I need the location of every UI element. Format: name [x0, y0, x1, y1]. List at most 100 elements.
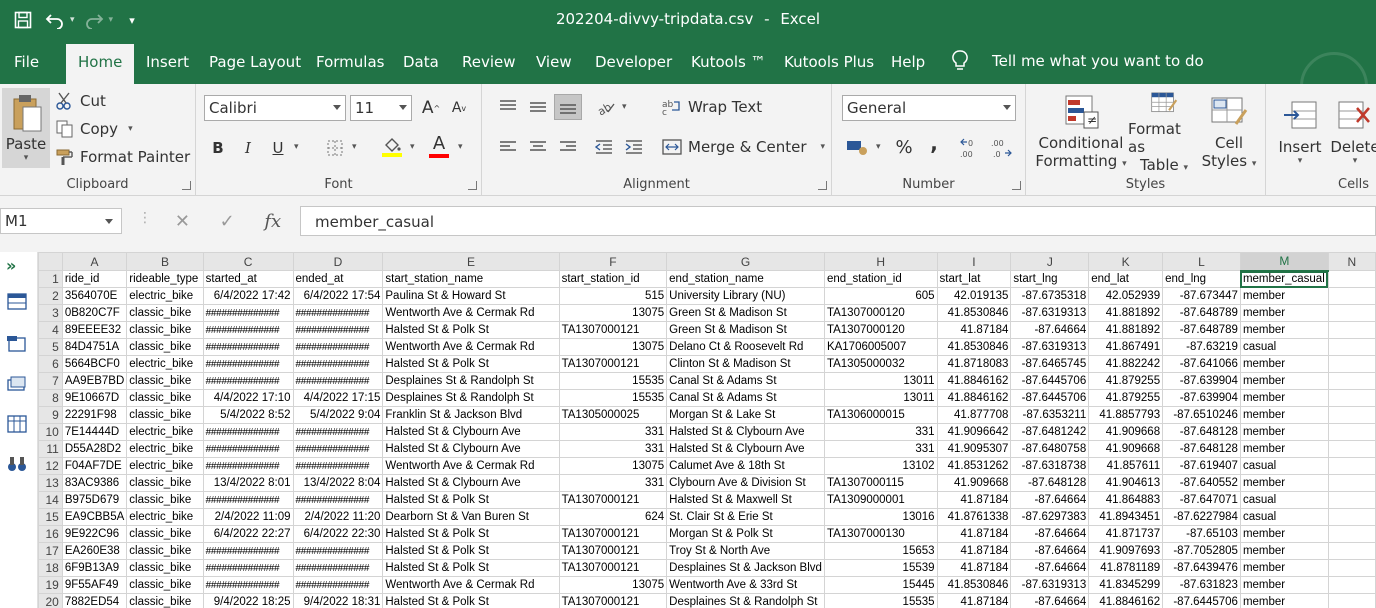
- cell[interactable]: 5/4/2022 9:04: [292, 406, 384, 424]
- cell[interactable]: 9E10667D: [61, 389, 128, 407]
- align-center-icon[interactable]: [526, 136, 550, 158]
- cell[interactable]: member: [1239, 423, 1329, 441]
- cell[interactable]: 3564070E: [61, 287, 128, 305]
- middle-align-icon[interactable]: [526, 96, 550, 118]
- cell[interactable]: -87.64664: [1010, 542, 1090, 560]
- cell[interactable]: -87.673447: [1162, 287, 1241, 305]
- cell[interactable]: 5/4/2022 8:52: [202, 406, 294, 424]
- cell[interactable]: 41.8718083: [936, 355, 1012, 373]
- cell[interactable]: 41.881892: [1088, 321, 1164, 339]
- cell[interactable]: 41.904613: [1088, 474, 1164, 492]
- row-header[interactable]: 8: [38, 389, 63, 407]
- cell[interactable]: ##############: [292, 321, 384, 339]
- cell[interactable]: member: [1239, 542, 1329, 560]
- cell[interactable]: ##############: [202, 491, 294, 509]
- fill-color-dropdown-icon[interactable]: ▾: [410, 142, 415, 152]
- row-header[interactable]: 6: [38, 355, 63, 373]
- cell[interactable]: -87.6353211: [1010, 406, 1090, 424]
- cell[interactable]: classic_bike: [126, 321, 204, 339]
- cell[interactable]: member: [1239, 576, 1329, 594]
- cell[interactable]: [1327, 440, 1376, 458]
- cell[interactable]: [1327, 270, 1376, 288]
- clipboard-launcher-icon[interactable]: [182, 181, 191, 190]
- cell[interactable]: -87.6735318: [1010, 287, 1090, 305]
- cancel-formula-icon[interactable]: ✕: [175, 211, 190, 232]
- cell[interactable]: member: [1239, 559, 1329, 577]
- cell[interactable]: electric_bike: [126, 440, 204, 458]
- cell[interactable]: -87.639904: [1162, 372, 1241, 390]
- cell[interactable]: -87.6318738: [1010, 457, 1090, 475]
- cell[interactable]: TA1307000120: [823, 321, 938, 339]
- cell[interactable]: -87.6319313: [1010, 304, 1090, 322]
- row-header[interactable]: 14: [38, 491, 63, 509]
- cell[interactable]: end_station_id: [823, 270, 938, 288]
- cell[interactable]: ##############: [292, 304, 384, 322]
- row-header[interactable]: 15: [38, 508, 63, 526]
- cell[interactable]: [1327, 576, 1376, 594]
- cell[interactable]: 41.9095307: [936, 440, 1012, 458]
- cell[interactable]: 13/4/2022 8:04: [292, 474, 384, 492]
- increase-indent-icon[interactable]: [622, 136, 646, 158]
- cell[interactable]: Troy St & North Ave: [666, 542, 825, 560]
- cell[interactable]: -87.6439476: [1162, 559, 1241, 577]
- cell[interactable]: ##############: [292, 355, 384, 373]
- cell[interactable]: University Library (NU): [666, 287, 825, 305]
- column-header-c[interactable]: C: [202, 252, 294, 271]
- decrease-decimal-icon[interactable]: .00.0: [988, 136, 1014, 160]
- cell[interactable]: classic_bike: [126, 491, 204, 509]
- column-list-icon[interactable]: [6, 414, 28, 434]
- cell[interactable]: 41.909668: [1088, 423, 1164, 441]
- cell[interactable]: Halsted St & Polk St: [382, 321, 560, 339]
- cell[interactable]: ##############: [202, 559, 294, 577]
- cell[interactable]: 41.87184: [936, 321, 1012, 339]
- cell[interactable]: 331: [558, 440, 668, 458]
- font-size-select[interactable]: 11: [350, 95, 412, 121]
- cell[interactable]: -87.64664: [1010, 593, 1090, 608]
- cell[interactable]: 0B820C7F: [61, 304, 128, 322]
- cell[interactable]: 41.909668: [1088, 440, 1164, 458]
- cell[interactable]: 89EEEE32: [61, 321, 128, 339]
- cell[interactable]: Desplaines St & Randolph St: [382, 389, 560, 407]
- cell[interactable]: 41.87184: [936, 593, 1012, 608]
- column-header-n[interactable]: N: [1327, 252, 1376, 271]
- cell[interactable]: Wentworth Ave & Cermak Rd: [382, 457, 560, 475]
- cell[interactable]: [1327, 338, 1376, 356]
- cell[interactable]: Calumet Ave & 18th St: [666, 457, 825, 475]
- font-color-button[interactable]: A: [428, 132, 450, 160]
- cell[interactable]: ##############: [292, 457, 384, 475]
- name-box[interactable]: M1: [0, 208, 122, 234]
- cell[interactable]: end_lng: [1162, 270, 1241, 288]
- cell[interactable]: 13016: [823, 508, 938, 526]
- accounting-dropdown-icon[interactable]: ▾: [876, 142, 881, 152]
- cell[interactable]: St. Clair St & Erie St: [666, 508, 825, 526]
- font-launcher-icon[interactable]: [468, 181, 477, 190]
- increase-font-size-icon[interactable]: A ^: [420, 96, 442, 120]
- accounting-format-icon[interactable]: [844, 136, 870, 158]
- cell[interactable]: Halsted St & Maxwell St: [666, 491, 825, 509]
- row-header[interactable]: 3: [38, 304, 63, 322]
- cell[interactable]: ##############: [292, 372, 384, 390]
- cell[interactable]: TA1307000121: [558, 542, 668, 560]
- cell[interactable]: classic_bike: [126, 474, 204, 492]
- cell[interactable]: [1327, 508, 1376, 526]
- format-as-table-button[interactable]: Format as Table ▾: [1128, 90, 1200, 174]
- cell[interactable]: 41.8943451: [1088, 508, 1164, 526]
- cell[interactable]: -87.6297383: [1010, 508, 1090, 526]
- cell[interactable]: 13075: [558, 338, 668, 356]
- align-right-icon[interactable]: [556, 136, 580, 158]
- tab-page-layout[interactable]: Page Layout: [209, 50, 301, 84]
- row-header[interactable]: 2: [38, 287, 63, 305]
- cell[interactable]: 41.87184: [936, 559, 1012, 577]
- enter-formula-icon[interactable]: ✓: [220, 211, 235, 232]
- cell[interactable]: 515: [558, 287, 668, 305]
- cell[interactable]: 331: [823, 423, 938, 441]
- cell[interactable]: Dearborn St & Van Buren St: [382, 508, 560, 526]
- column-header-l[interactable]: L: [1162, 252, 1241, 271]
- cell[interactable]: 41.882242: [1088, 355, 1164, 373]
- cell-styles-button[interactable]: Cell Styles ▾: [1200, 90, 1258, 174]
- cell[interactable]: 15535: [558, 389, 668, 407]
- cell[interactable]: -87.631823: [1162, 576, 1241, 594]
- cell[interactable]: Desplaines St & Randolph St: [382, 372, 560, 390]
- cell[interactable]: KA1706005007: [823, 338, 938, 356]
- cell[interactable]: 13011: [823, 389, 938, 407]
